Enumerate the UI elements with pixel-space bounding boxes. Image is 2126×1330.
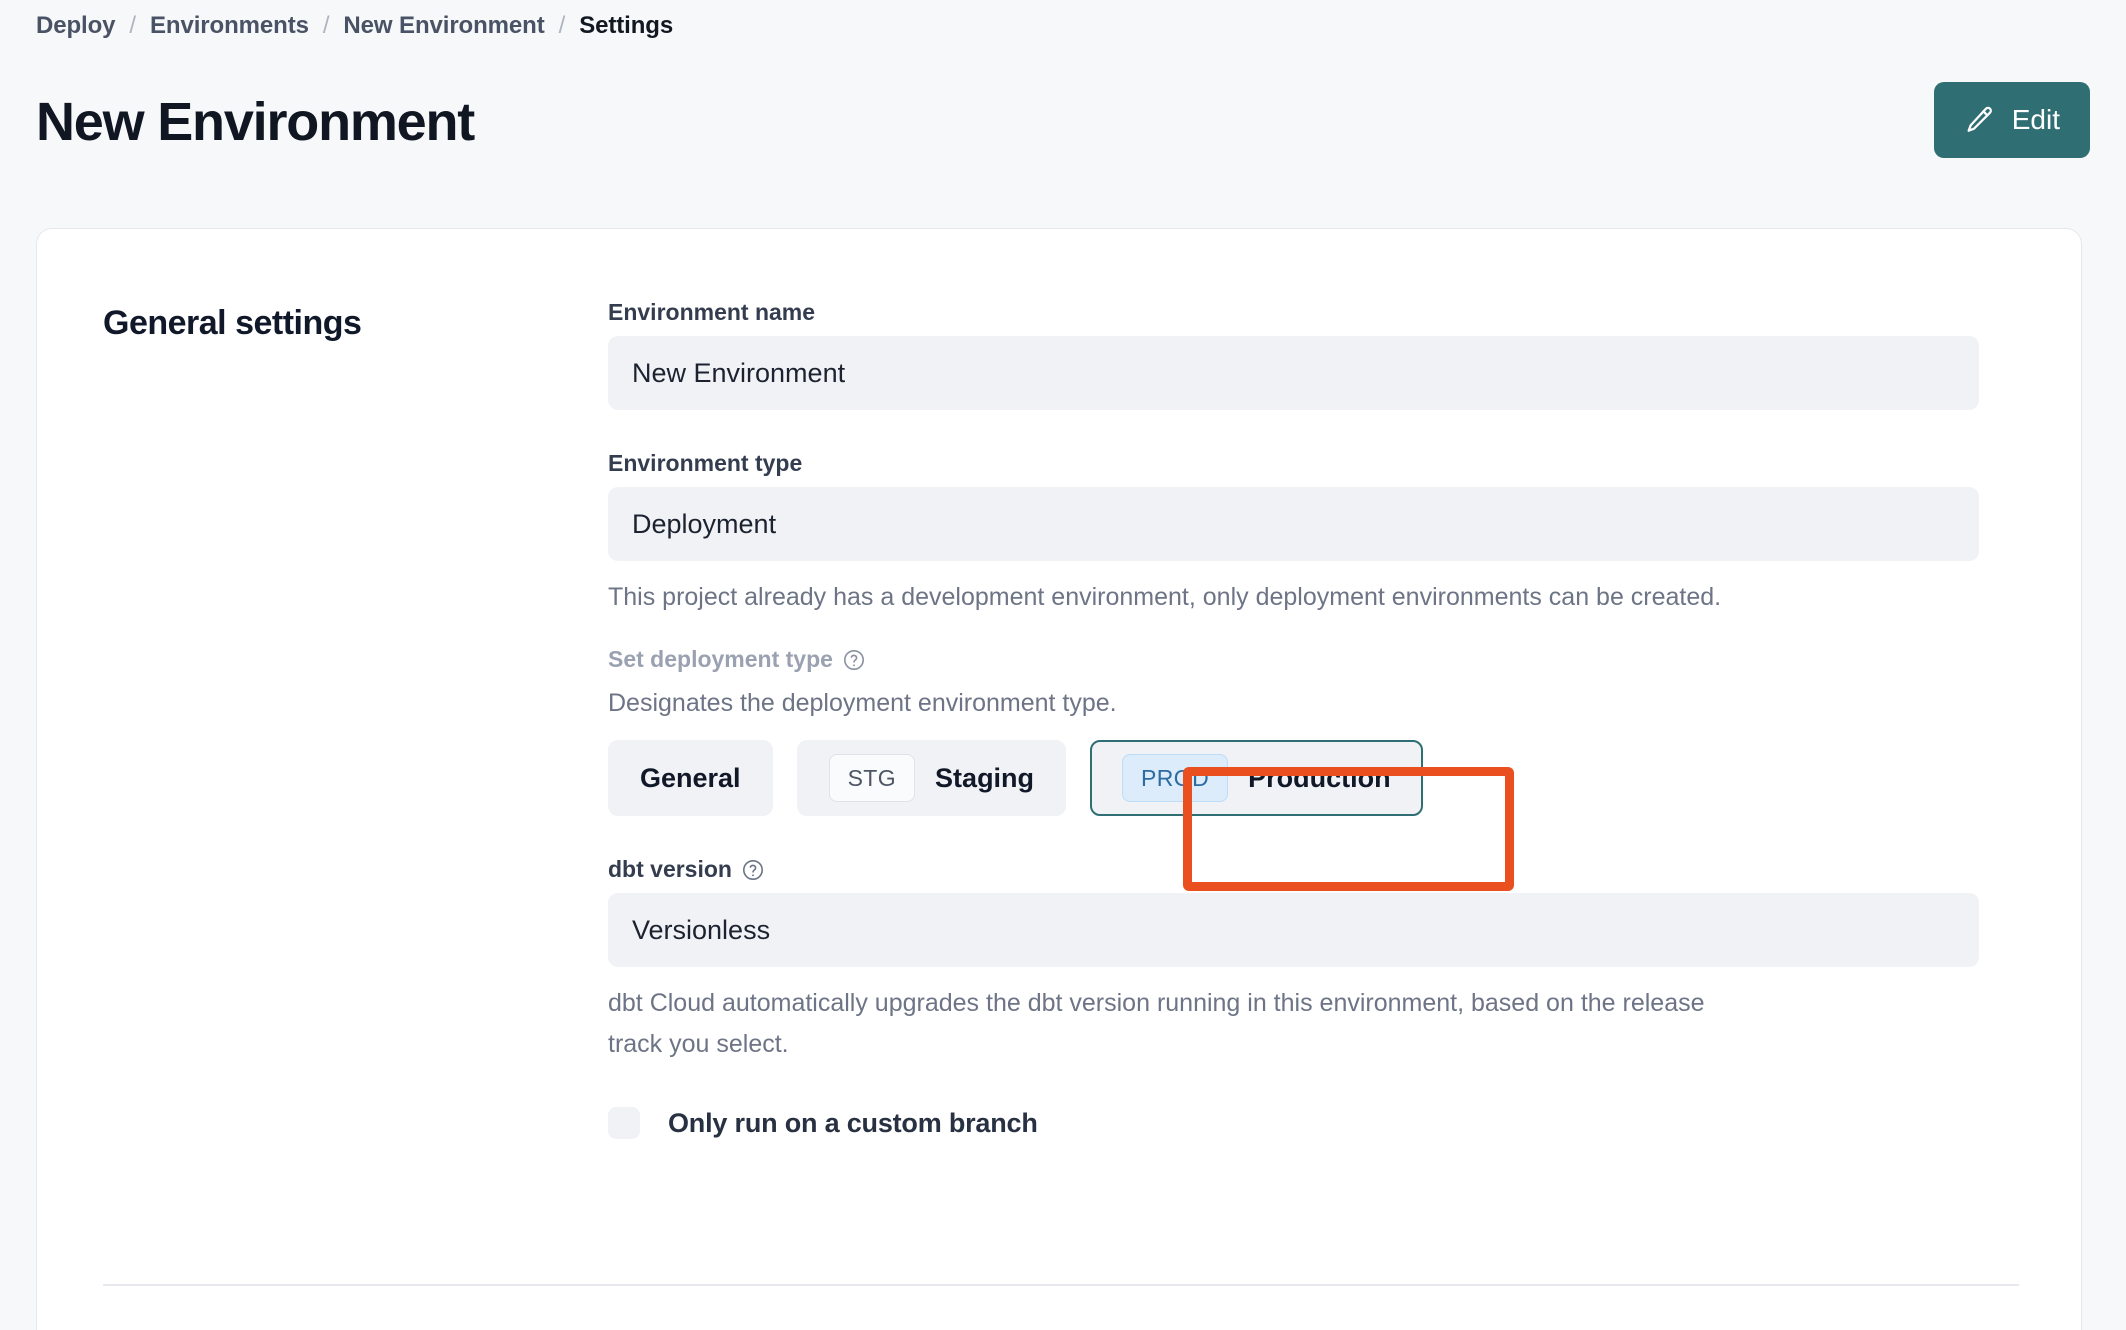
deployment-type-label: Set deployment type xyxy=(608,646,1979,673)
custom-branch-row: Only run on a custom branch xyxy=(608,1107,1979,1139)
section-title-general-settings: General settings xyxy=(103,304,362,342)
deployment-type-helper-text: Designates the deployment environment ty… xyxy=(608,689,1117,717)
dbt-version-helper-text: dbt Cloud automatically upgrades the dbt… xyxy=(608,989,1705,1058)
general-settings-card: General settings Environment name New En… xyxy=(36,228,2082,1330)
page-title: New Environment xyxy=(36,92,475,152)
breadcrumb-item-new-environment[interactable]: New Environment xyxy=(343,12,544,40)
field-dbt-version: dbt version Versionless dbt Cloud automa… xyxy=(608,856,1979,1065)
deployment-type-option-staging[interactable]: STG Staging xyxy=(796,740,1067,816)
field-deployment-type: Set deployment type Designates the deplo… xyxy=(608,646,1979,816)
deployment-type-option-general[interactable]: General xyxy=(608,740,773,816)
breadcrumb-separator: / xyxy=(558,12,566,39)
deployment-type-label-text: Set deployment type xyxy=(608,646,833,672)
environment-name-label: Environment name xyxy=(608,299,816,325)
breadcrumb-separator: / xyxy=(322,12,330,39)
environment-type-label: Environment type xyxy=(608,450,803,476)
deployment-type-options: General STG Staging PROD Production xyxy=(608,740,1979,816)
field-environment-name: Environment name New Environment xyxy=(608,299,1979,410)
deployment-type-option-production-label: Production xyxy=(1248,762,1391,793)
breadcrumb-item-deploy[interactable]: Deploy xyxy=(36,12,116,40)
breadcrumb: Deploy / Environments / New Environment … xyxy=(36,12,673,40)
pencil-icon xyxy=(1964,104,1996,136)
environment-type-helper-text: This project already has a development e… xyxy=(608,583,1722,611)
edit-button-label: Edit xyxy=(2011,104,2060,135)
section-divider xyxy=(103,1284,2019,1286)
deployment-type-option-production[interactable]: PROD Production xyxy=(1090,740,1423,816)
settings-form: Environment name New Environment Environ… xyxy=(608,299,1979,1139)
deployment-type-option-staging-label: Staging xyxy=(935,762,1035,793)
staging-tag: STG xyxy=(828,754,916,802)
field-environment-type: Environment type Deployment This project… xyxy=(608,450,1979,618)
environment-type-input[interactable]: Deployment xyxy=(608,487,1979,561)
deployment-type-option-general-label: General xyxy=(640,762,741,793)
breadcrumb-separator: / xyxy=(129,12,136,39)
dbt-version-label-text: dbt version xyxy=(608,856,732,882)
breadcrumb-item-environments[interactable]: Environments xyxy=(150,12,309,40)
custom-branch-label: Only run on a custom branch xyxy=(668,1107,1038,1138)
production-tag: PROD xyxy=(1122,754,1229,802)
dbt-version-input[interactable]: Versionless xyxy=(608,893,1979,967)
edit-button[interactable]: Edit xyxy=(1933,82,2090,158)
breadcrumb-item-settings[interactable]: Settings xyxy=(579,12,673,40)
question-circle-icon[interactable] xyxy=(842,648,866,672)
settings-page: Deploy / Environments / New Environment … xyxy=(0,0,2126,1330)
custom-branch-checkbox[interactable] xyxy=(608,1107,640,1139)
dbt-version-label: dbt version xyxy=(608,856,1979,883)
environment-name-input[interactable]: New Environment xyxy=(608,336,1979,410)
question-circle-icon[interactable] xyxy=(741,858,765,882)
